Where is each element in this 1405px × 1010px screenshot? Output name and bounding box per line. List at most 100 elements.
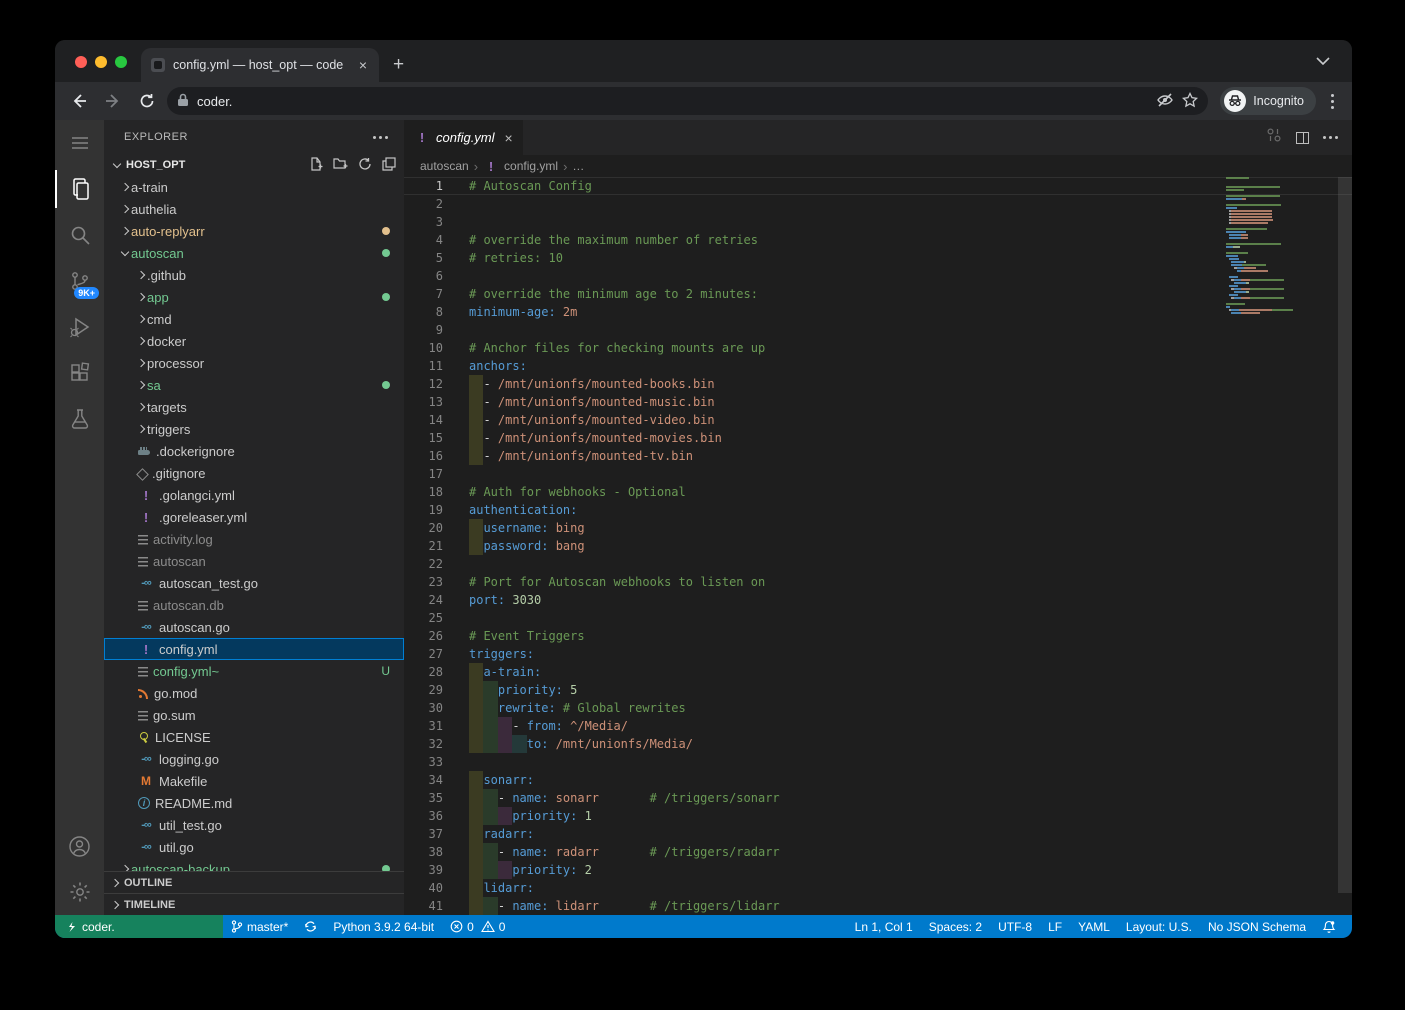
code-line-11[interactable]: 11anchors: — [404, 357, 1352, 375]
code-line-23[interactable]: 23# Port for Autoscan webhooks to listen… — [404, 573, 1352, 591]
code-line-39[interactable]: 39priority: 2 — [404, 861, 1352, 879]
bookmark-star-icon[interactable] — [1182, 92, 1198, 111]
code-line-8[interactable]: 8minimum-age: 2m — [404, 303, 1352, 321]
tree-item-go-sum[interactable]: go.sum — [104, 704, 404, 726]
code-line-26[interactable]: 26# Event Triggers — [404, 627, 1352, 645]
url-text[interactable]: coder. — [197, 94, 1148, 109]
eye-blocked-icon[interactable] — [1156, 92, 1174, 111]
code-line-30[interactable]: 30rewrite: # Global rewrites — [404, 699, 1352, 717]
lock-icon[interactable] — [177, 93, 189, 110]
tree-item-autoscan-go[interactable]: autoscan.go — [104, 616, 404, 638]
back-button[interactable] — [65, 87, 93, 115]
code-line-19[interactable]: 19authentication: — [404, 501, 1352, 519]
code-line-12[interactable]: 12- /mnt/unionfs/mounted-books.bin — [404, 375, 1352, 393]
code-line-32[interactable]: 32to: /mnt/unionfs/Media/ — [404, 735, 1352, 753]
code-line-3[interactable]: 3 — [404, 213, 1352, 231]
tab-search-chevron-icon[interactable] — [1316, 52, 1330, 70]
code-line-25[interactable]: 25 — [404, 609, 1352, 627]
tree-item-util-test-go[interactable]: util_test.go — [104, 814, 404, 836]
tree-item-license[interactable]: LICENSE — [104, 726, 404, 748]
tree-item-autoscan-backup[interactable]: autoscan-backup — [104, 858, 404, 871]
json-schema-status[interactable]: No JSON Schema — [1200, 920, 1314, 934]
code-line-31[interactable]: 31- from: ^/Media/ — [404, 717, 1352, 735]
minimize-window-button[interactable] — [95, 56, 107, 68]
problems-status[interactable]: 0 0 — [442, 920, 513, 934]
tree-item-util-go[interactable]: util.go — [104, 836, 404, 858]
language-mode-status[interactable]: YAML — [1070, 920, 1118, 934]
editor-tab-configyml[interactable]: config.yml × — [404, 120, 523, 155]
code-line-14[interactable]: 14- /mnt/unionfs/mounted-video.bin — [404, 411, 1352, 429]
timeline-section-header[interactable]: TIMELINE — [104, 893, 404, 915]
code-line-22[interactable]: 22 — [404, 555, 1352, 573]
code-line-37[interactable]: 37radarr: — [404, 825, 1352, 843]
menu-hamburger-button[interactable] — [55, 120, 104, 166]
tree-item-autoscan-test-go[interactable]: autoscan_test.go — [104, 572, 404, 594]
chrome-menu-button[interactable] — [1322, 90, 1342, 113]
code-line-36[interactable]: 36priority: 1 — [404, 807, 1352, 825]
tree-item-autoscan-db[interactable]: autoscan.db — [104, 594, 404, 616]
explorer-more-actions-button[interactable] — [373, 136, 388, 139]
indentation-status[interactable]: Spaces: 2 — [921, 920, 990, 934]
code-line-35[interactable]: 35- name: sonarr # /triggers/sonarr — [404, 789, 1352, 807]
code-line-27[interactable]: 27triggers: — [404, 645, 1352, 663]
code-line-6[interactable]: 6 — [404, 267, 1352, 285]
tree-item-config-yml[interactable]: config.yml — [104, 638, 404, 660]
tree-item--golangci-yml[interactable]: .golangci.yml — [104, 484, 404, 506]
code-line-7[interactable]: 7# override the minimum age to 2 minutes… — [404, 285, 1352, 303]
tree-item-triggers[interactable]: triggers — [104, 418, 404, 440]
address-bar[interactable]: coder. — [167, 87, 1208, 115]
tree-item-autoscan[interactable]: autoscan — [104, 242, 404, 264]
tree-item-activity-log[interactable]: activity.log — [104, 528, 404, 550]
tree-item-auto-replyarr[interactable]: auto-replyarr — [104, 220, 404, 242]
tree-item-docker[interactable]: docker — [104, 330, 404, 352]
code-line-16[interactable]: 16- /mnt/unionfs/mounted-tv.bin — [404, 447, 1352, 465]
tree-item-readme-md[interactable]: README.md — [104, 792, 404, 814]
code-line-10[interactable]: 10# Anchor files for checking mounts are… — [404, 339, 1352, 357]
code-line-15[interactable]: 15- /mnt/unionfs/mounted-movies.bin — [404, 429, 1352, 447]
code-line-33[interactable]: 33 — [404, 753, 1352, 771]
tree-item-app[interactable]: app — [104, 286, 404, 308]
breadcrumb-folder[interactable]: autoscan — [420, 159, 469, 173]
refresh-explorer-button[interactable] — [358, 157, 372, 174]
settings-gear-button[interactable] — [55, 869, 104, 915]
tree-item--gitignore[interactable]: .gitignore — [104, 462, 404, 484]
run-debug-view-button[interactable] — [55, 304, 104, 350]
code-line-5[interactable]: 5# retries: 10 — [404, 249, 1352, 267]
tree-item-processor[interactable]: processor — [104, 352, 404, 374]
tree-item-sa[interactable]: sa — [104, 374, 404, 396]
tree-item-logging-go[interactable]: logging.go — [104, 748, 404, 770]
tree-item-go-mod[interactable]: go.mod — [104, 682, 404, 704]
code-line-1[interactable]: 1# Autoscan Config — [404, 177, 1352, 195]
open-changes-icon[interactable] — [1266, 127, 1282, 148]
outline-section-header[interactable]: OUTLINE — [104, 871, 404, 893]
workspace-root-header[interactable]: HOST_OPT — [104, 154, 404, 176]
testing-view-button[interactable] — [55, 396, 104, 442]
extensions-view-button[interactable] — [55, 350, 104, 396]
source-control-view-button[interactable]: 9K+ — [55, 258, 104, 304]
collapse-folders-button[interactable] — [382, 157, 396, 174]
code-line-21[interactable]: 21password: bang — [404, 537, 1352, 555]
code-line-17[interactable]: 17 — [404, 465, 1352, 483]
tree-item-targets[interactable]: targets — [104, 396, 404, 418]
explorer-view-button[interactable] — [55, 166, 104, 212]
search-view-button[interactable] — [55, 212, 104, 258]
code-line-9[interactable]: 9 — [404, 321, 1352, 339]
python-version-status[interactable]: Python 3.9.2 64-bit — [325, 920, 442, 934]
code-line-13[interactable]: 13- /mnt/unionfs/mounted-music.bin — [404, 393, 1352, 411]
breadcrumb-file[interactable]: config.yml — [504, 159, 558, 173]
code-line-4[interactable]: 4# override the maximum number of retrie… — [404, 231, 1352, 249]
breadcrumb-more[interactable]: … — [572, 159, 584, 173]
tree-item--dockerignore[interactable]: .dockerignore — [104, 440, 404, 462]
tree-item-authelia[interactable]: authelia — [104, 198, 404, 220]
code-line-2[interactable]: 2 — [404, 195, 1352, 213]
notifications-bell-button[interactable] — [1314, 920, 1344, 934]
tree-item-autoscan[interactable]: autoscan — [104, 550, 404, 572]
tree-item--goreleaser-yml[interactable]: .goreleaser.yml — [104, 506, 404, 528]
close-window-button[interactable] — [75, 56, 87, 68]
sync-status[interactable] — [296, 920, 325, 933]
code-editor[interactable]: 1# Autoscan Config234# override the maxi… — [404, 177, 1352, 915]
split-editor-button[interactable] — [1296, 132, 1309, 144]
code-line-24[interactable]: 24port: 3030 — [404, 591, 1352, 609]
code-line-40[interactable]: 40lidarr: — [404, 879, 1352, 897]
code-line-20[interactable]: 20username: bing — [404, 519, 1352, 537]
